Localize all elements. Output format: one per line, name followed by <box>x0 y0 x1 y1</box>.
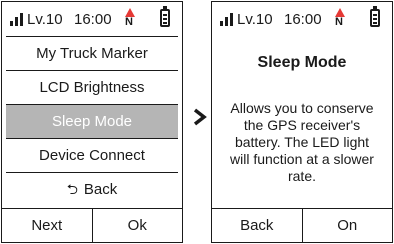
settings-menu: My Truck Marker LCD Brightness Sleep Mod… <box>2 36 182 206</box>
compass-letter: N <box>335 16 343 28</box>
clock: 16:00 <box>74 11 112 28</box>
signal-strength-icon <box>10 13 24 26</box>
signal-strength-icon <box>220 13 234 26</box>
battery-icon <box>160 6 170 27</box>
compass-icon: N <box>124 8 136 30</box>
level-indicator: Lv.10 <box>27 11 63 28</box>
softkey-row: Back On <box>212 208 392 242</box>
menu-item-back[interactable]: ⮌ Back <box>6 172 178 206</box>
description-text: Allows you to conserve the GPS receiver'… <box>230 100 374 184</box>
battery-icon <box>370 6 380 27</box>
status-bar: Lv.10 16:00 N <box>212 2 392 36</box>
status-bar: Lv.10 16:00 N <box>2 2 182 36</box>
softkey-row: Next Ok <box>2 208 182 242</box>
menu-item-my-truck-marker[interactable]: My Truck Marker <box>6 36 178 70</box>
level-indicator: Lv.10 <box>237 11 273 28</box>
chevron-right-icon <box>193 108 207 126</box>
back-arrow-icon: ⮌ <box>66 181 78 197</box>
menu-item-back-label: Back <box>83 181 118 198</box>
menu-item-lcd-brightness[interactable]: LCD Brightness <box>6 70 178 104</box>
back-button[interactable]: Back <box>212 209 302 242</box>
on-button[interactable]: On <box>301 209 393 242</box>
ok-button[interactable]: Ok <box>91 209 183 242</box>
next-button[interactable]: Next <box>2 209 92 242</box>
menu-item-device-connect[interactable]: Device Connect <box>6 138 178 172</box>
page-title: Sleep Mode <box>257 54 347 71</box>
menu-item-sleep-mode[interactable]: Sleep Mode <box>6 104 178 138</box>
compass-letter: N <box>125 16 133 28</box>
clock: 16:00 <box>284 11 322 28</box>
compass-icon: N <box>334 8 346 30</box>
menu-screen: Lv.10 16:00 N My Truck Marker LCD Bright… <box>1 1 183 243</box>
sleep-mode-screen: Lv.10 16:00 N Sleep Mode Allows you to c… <box>211 1 393 243</box>
